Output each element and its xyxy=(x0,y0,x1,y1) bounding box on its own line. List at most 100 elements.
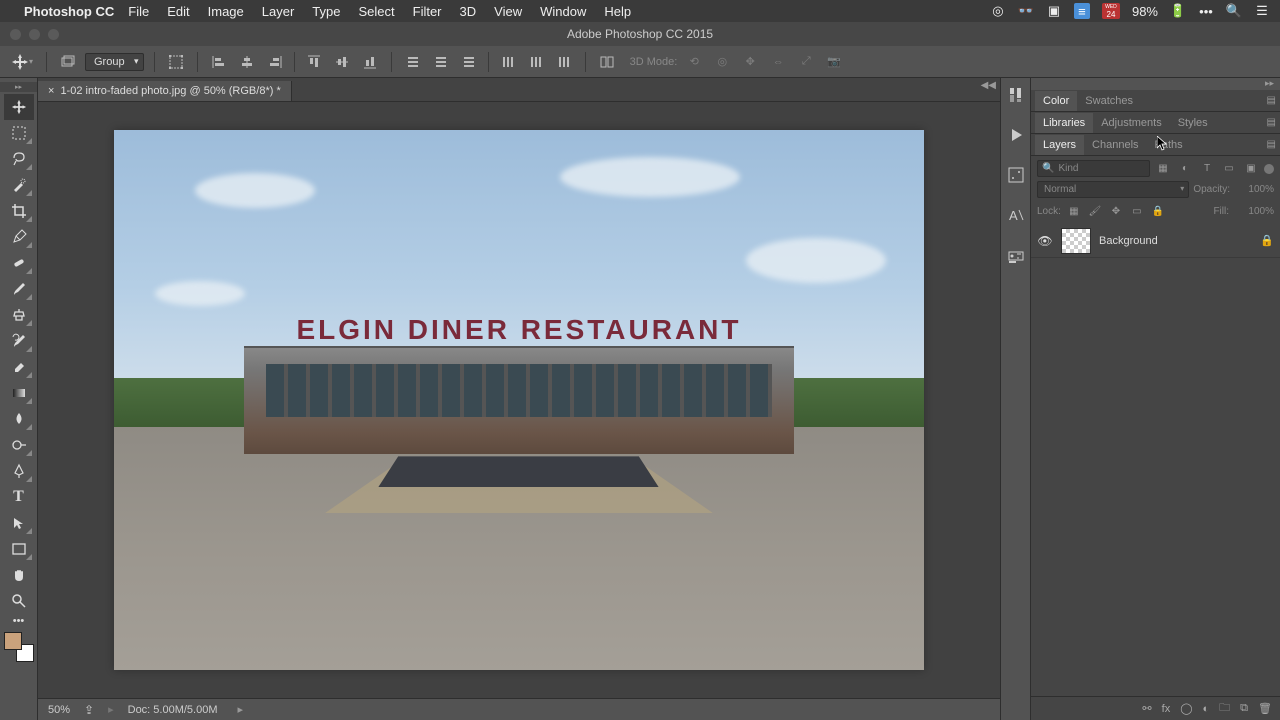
list-icon[interactable]: ☰ xyxy=(1254,3,1270,19)
dodge-tool[interactable] xyxy=(4,432,34,458)
document-tab[interactable]: × 1-02 intro-faded photo.jpg @ 50% (RGB/… xyxy=(38,81,292,101)
history-brush-tool[interactable] xyxy=(4,328,34,354)
panels-collapse-icon[interactable]: ▸▸ xyxy=(1031,78,1280,90)
gradient-tool[interactable] xyxy=(4,380,34,406)
lock-artboard-icon[interactable]: ▭ xyxy=(1129,204,1145,218)
menu-3d[interactable]: 3D xyxy=(460,4,477,19)
align-hcenter-icon[interactable] xyxy=(236,52,258,72)
filter-toggle[interactable] xyxy=(1264,164,1274,174)
zoom-level[interactable]: 50% xyxy=(48,704,70,716)
layers-panel-menu-icon[interactable]: ▤ xyxy=(1267,139,1276,150)
menu-type[interactable]: Type xyxy=(312,4,340,19)
new-layer-icon[interactable]: ⧉ xyxy=(1240,702,1248,715)
fill-value[interactable]: 100% xyxy=(1234,206,1274,217)
auto-select-dropdown[interactable]: Group xyxy=(85,53,144,71)
tools-collapse-grip[interactable]: ▸▸ xyxy=(0,82,37,92)
delete-layer-icon[interactable]: 🗑 xyxy=(1258,702,1272,715)
3d-scale-icon[interactable]: ⤢ xyxy=(795,52,817,72)
menu-help[interactable]: Help xyxy=(604,4,631,19)
filter-type-icon[interactable]: T xyxy=(1198,161,1216,177)
filter-shape-icon[interactable]: ▭ xyxy=(1220,161,1238,177)
crop-tool[interactable] xyxy=(4,198,34,224)
align-left-icon[interactable] xyxy=(208,52,230,72)
marquee-tool[interactable] xyxy=(4,120,34,146)
filter-pixel-icon[interactable]: ▦ xyxy=(1154,161,1172,177)
quick-select-tool[interactable] xyxy=(4,172,34,198)
swatches-tab[interactable]: Swatches xyxy=(1077,91,1141,111)
dist-bottom-icon[interactable] xyxy=(458,52,480,72)
color-tab[interactable]: Color xyxy=(1035,91,1077,111)
lock-pixels-icon[interactable]: 🖌 xyxy=(1087,204,1103,218)
new-adjustment-icon[interactable]: ◐ xyxy=(1203,703,1210,715)
doc-size[interactable]: Doc: 5.00M/5.00M xyxy=(128,704,218,716)
canvas-viewport[interactable]: ELGIN DINER RESTAURANT xyxy=(38,102,1000,698)
layer-filter-kind[interactable]: 🔍 Kind xyxy=(1037,160,1150,177)
type-tool[interactable]: T xyxy=(4,484,34,510)
move-tool-indicator[interactable]: ▾ xyxy=(8,51,36,73)
layer-name[interactable]: Background xyxy=(1099,235,1252,247)
menu-filter[interactable]: Filter xyxy=(413,4,442,19)
layer-thumbnail[interactable] xyxy=(1061,228,1091,254)
layers-tab[interactable]: Layers xyxy=(1035,135,1084,155)
layer-item-background[interactable]: 👁 Background 🔒 xyxy=(1031,224,1280,258)
3d-pan-icon[interactable]: ✥ xyxy=(739,52,761,72)
libraries-tab[interactable]: Libraries xyxy=(1035,113,1093,133)
dock-play-icon[interactable] xyxy=(1005,124,1027,146)
dock-paragraph-icon[interactable] xyxy=(1005,244,1027,266)
share-icon[interactable]: ⇪ xyxy=(84,703,94,717)
layer-mask-icon[interactable]: ◯ xyxy=(1180,702,1192,715)
status-menu-chevron[interactable]: ▸ xyxy=(238,703,244,716)
lock-transparency-icon[interactable]: ▦ xyxy=(1066,204,1082,218)
collapse-panels-icon[interactable]: ◀◀ xyxy=(981,80,996,91)
menu-select[interactable]: Select xyxy=(358,4,394,19)
dock-brush-presets-icon[interactable] xyxy=(1005,84,1027,106)
auto-align-icon[interactable] xyxy=(596,52,618,72)
eraser-tool[interactable] xyxy=(4,354,34,380)
new-group-icon[interactable]: 🗀 xyxy=(1219,699,1230,718)
channels-tab[interactable]: Channels xyxy=(1084,135,1146,155)
menu-edit[interactable]: Edit xyxy=(167,4,189,19)
layer-fx-icon[interactable]: fx xyxy=(1162,703,1171,715)
move-tool[interactable] xyxy=(4,94,34,120)
traffic-lights[interactable] xyxy=(0,29,59,40)
lasso-tool[interactable] xyxy=(4,146,34,172)
styles-tab[interactable]: Styles xyxy=(1170,113,1216,133)
foreground-swatch[interactable] xyxy=(4,632,22,650)
opacity-value[interactable]: 100% xyxy=(1234,184,1274,195)
lock-all-icon[interactable]: 🔒 xyxy=(1150,204,1166,218)
filter-adjust-icon[interactable]: ◐ xyxy=(1176,161,1194,177)
menu-file[interactable]: File xyxy=(128,4,149,19)
path-select-tool[interactable] xyxy=(4,510,34,536)
filter-smart-icon[interactable]: ▣ xyxy=(1242,161,1260,177)
lock-position-icon[interactable]: ✥ xyxy=(1108,204,1124,218)
layer-visibility-icon[interactable]: 👁 xyxy=(1037,234,1053,248)
3d-roll-icon[interactable]: ◎ xyxy=(711,52,733,72)
rectangle-tool[interactable] xyxy=(4,536,34,562)
align-right-icon[interactable] xyxy=(264,52,286,72)
3d-slide-icon[interactable]: ⇔ xyxy=(767,52,789,72)
canvas[interactable]: ELGIN DINER RESTAURANT xyxy=(114,130,924,670)
dist-top-icon[interactable] xyxy=(402,52,424,72)
close-tab-icon[interactable]: × xyxy=(48,85,54,97)
app-name[interactable]: Photoshop CC xyxy=(24,4,114,19)
zoom-tool[interactable] xyxy=(4,588,34,614)
clone-stamp-tool[interactable] xyxy=(4,302,34,328)
link-layers-icon[interactable]: ⚯ xyxy=(1142,702,1151,715)
menu-image[interactable]: Image xyxy=(208,4,244,19)
glasses-icon[interactable]: 👓 xyxy=(1018,3,1034,19)
color-panel-menu-icon[interactable]: ▤ xyxy=(1267,95,1276,106)
transform-controls-icon[interactable] xyxy=(165,52,187,72)
auto-select-layers-icon[interactable] xyxy=(57,52,79,72)
workspace-icon[interactable]: ≡ xyxy=(1074,3,1090,19)
brush-tool[interactable] xyxy=(4,276,34,302)
dock-character-icon[interactable]: A xyxy=(1005,204,1027,226)
3d-orbit-icon[interactable]: ⟲ xyxy=(683,52,705,72)
dist-right-icon[interactable] xyxy=(553,52,575,72)
blend-mode-select[interactable]: Normal xyxy=(1037,181,1189,198)
dock-histogram-icon[interactable] xyxy=(1005,164,1027,186)
cc-sync-icon[interactable]: ◎ xyxy=(990,3,1006,19)
eyedropper-tool[interactable] xyxy=(4,224,34,250)
menu-layer[interactable]: Layer xyxy=(262,4,295,19)
align-vcenter-icon[interactable] xyxy=(331,52,353,72)
layer-lock-icon[interactable]: 🔒 xyxy=(1260,234,1274,247)
